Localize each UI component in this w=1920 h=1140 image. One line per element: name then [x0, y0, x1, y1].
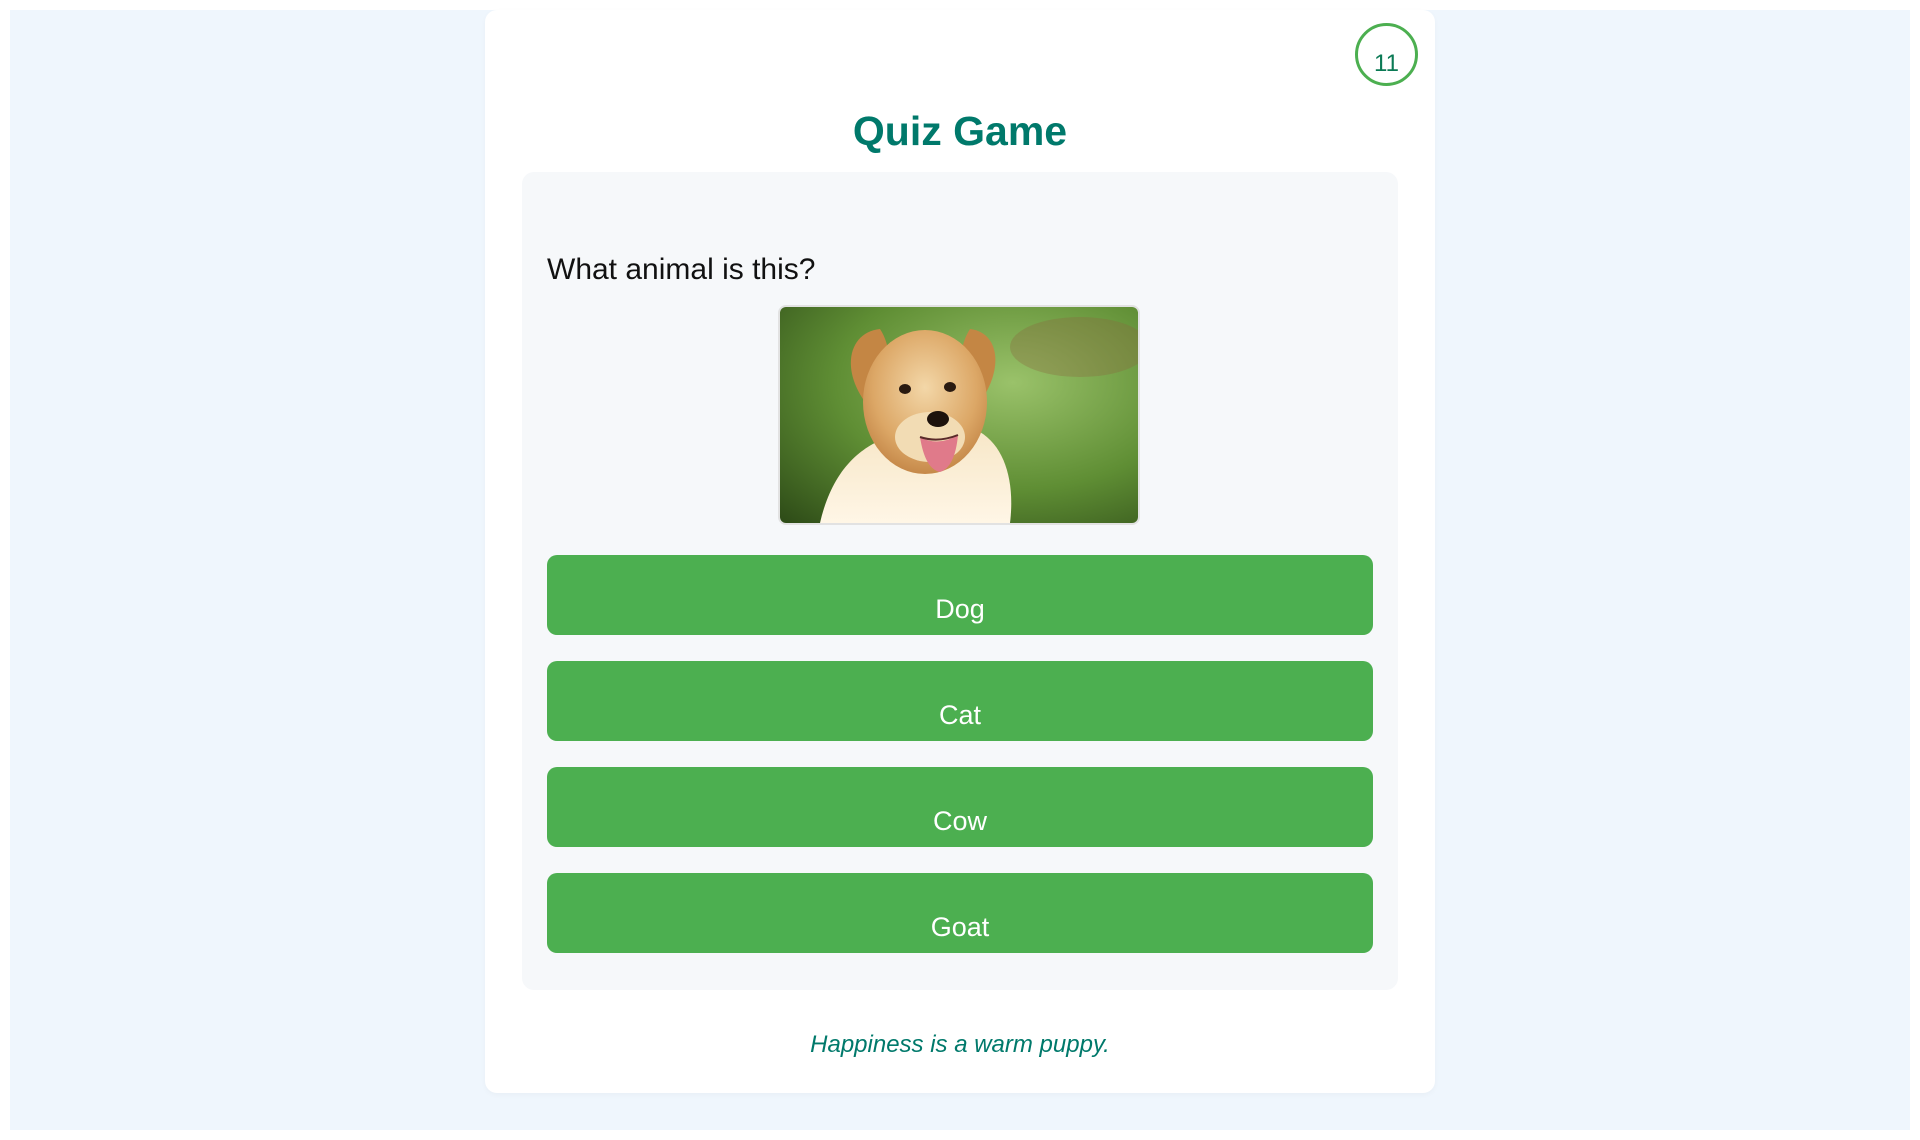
page-background: 11 Quiz Game What animal is this? Dog Ca…	[10, 10, 1910, 1130]
answer-option-cat[interactable]: Cat	[547, 661, 1373, 741]
countdown-timer: 11	[1355, 23, 1418, 86]
page-title: Quiz Game	[852, 108, 1068, 154]
footer-quote: Happiness is a warm puppy.	[810, 1031, 1110, 1058]
dog-photo	[778, 305, 1140, 525]
question-panel: What animal is this? Dog Cat Cow Goat	[522, 172, 1398, 990]
question-text: What animal is this?	[547, 253, 816, 286]
quiz-card: 11 Quiz Game What animal is this? Dog Ca…	[485, 10, 1435, 1093]
answer-option-goat[interactable]: Goat	[547, 873, 1373, 953]
answer-option-dog[interactable]: Dog	[547, 555, 1373, 635]
answer-option-cow[interactable]: Cow	[547, 767, 1373, 847]
